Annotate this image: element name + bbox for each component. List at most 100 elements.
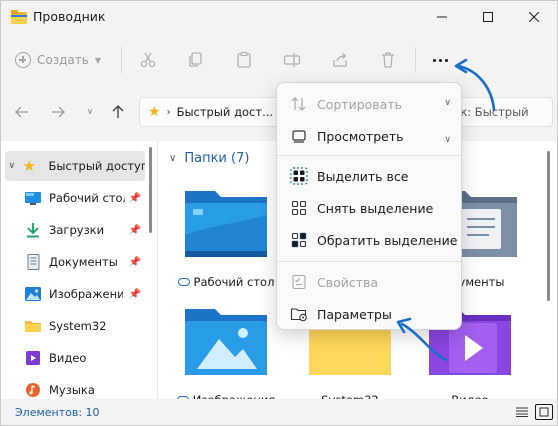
music-icon (26, 383, 40, 397)
sidebar-item-label: System32 (49, 319, 107, 333)
address-bar[interactable]: ★ › Быстрый дост... (139, 97, 279, 127)
video-icon (26, 351, 40, 365)
tiles-view-icon (539, 407, 549, 417)
chevron-down-icon: ▼ (94, 55, 101, 65)
menu-item-select-all[interactable]: Выделить все (281, 161, 459, 191)
menu-item-properties[interactable]: Свойства (281, 267, 459, 297)
cloud-icon (177, 278, 190, 286)
sidebar-item-label: Рабочий стол (49, 191, 125, 205)
view-box-icon (292, 130, 306, 143)
items-count: Элементов: 10 (15, 406, 100, 419)
download-icon (27, 223, 39, 238)
more-dot (438, 58, 442, 62)
sidebar-item-documents[interactable]: Документы 📌 (5, 247, 145, 277)
menu-item-label: Сортировать (317, 96, 402, 112)
menu-item-label: Просмотреть (317, 128, 404, 144)
properties-icon (289, 273, 309, 291)
copy-icon (189, 52, 202, 67)
desktop-icon (25, 192, 41, 205)
invert-selection-icon (289, 231, 309, 249)
window-title: Проводник (33, 9, 106, 24)
share-button[interactable] (325, 47, 355, 73)
select-all-icon (289, 167, 309, 185)
paste-icon (237, 51, 251, 68)
sidebar-item-quick-access[interactable]: ∨ ★ Быстрый доступ (5, 151, 145, 181)
pin-icon: 📌 (128, 288, 141, 300)
folder-tile-desktop[interactable]: Рабочий стол (171, 185, 281, 297)
tiles-view-button[interactable] (535, 404, 553, 420)
delete-button[interactable] (373, 47, 403, 73)
title-bar: Проводник (1, 1, 557, 35)
sidebar-item-pictures[interactable]: Изображения 📌 (5, 279, 145, 309)
menu-item-label: Параметры (317, 306, 392, 322)
chevron-down-icon: ∨ (169, 153, 177, 164)
sidebar-item-label: Музыка (49, 383, 95, 397)
folder-tile-label: Рабочий стол (193, 275, 275, 289)
maximize-icon (483, 12, 493, 22)
invert-selection-grid-icon (291, 232, 307, 248)
sort-arrows-icon (291, 97, 306, 111)
arrow-left-icon (15, 106, 28, 118)
content-scrollbar[interactable] (547, 151, 550, 301)
paste-button[interactable] (229, 47, 259, 73)
sidebar-item-label: Видео (49, 351, 87, 365)
menu-separator (277, 155, 461, 156)
group-title: Папки (7) (184, 151, 250, 166)
select-none-grid-icon (291, 200, 307, 216)
sidebar-item-desktop[interactable]: Рабочий стол 📌 (5, 183, 145, 213)
pictures-icon (25, 287, 41, 301)
chevron-down-icon: ∨ (444, 135, 451, 145)
sort-icon (289, 95, 309, 113)
menu-item-label: Обратить выделение (317, 232, 458, 248)
sidebar-item-downloads[interactable]: Загрузки 📌 (5, 215, 145, 245)
rename-icon (283, 53, 301, 67)
more-options-menu: Сортировать ∨ Просмотреть ∨ Выделить все… (276, 82, 462, 330)
sidebar-item-video[interactable]: Видео (5, 343, 145, 373)
properties-sheet-icon (292, 274, 306, 290)
toolbar-divider (415, 47, 416, 73)
sidebar-scrollbar[interactable] (149, 147, 152, 233)
up-button[interactable] (107, 101, 129, 123)
create-label: Создать (37, 53, 89, 67)
minimize-button[interactable] (419, 1, 465, 33)
rename-button[interactable] (277, 47, 307, 73)
cut-button[interactable] (133, 47, 163, 73)
arrow-right-icon (52, 106, 65, 118)
chevron-down-icon: ∨ (444, 98, 451, 108)
forward-button[interactable] (47, 101, 69, 123)
folder-tile-caption: Рабочий стол (171, 275, 281, 289)
select-none-icon (289, 199, 309, 217)
star-icon: ★ (148, 104, 161, 120)
menu-item-view[interactable]: Просмотреть ∨ (281, 121, 459, 151)
back-button[interactable] (11, 101, 33, 123)
menu-separator (277, 261, 461, 262)
create-button[interactable]: Создать ▼ (9, 47, 107, 73)
delete-icon (382, 52, 394, 68)
pin-icon: 📌 (128, 256, 141, 268)
chevron-down-icon: ∨ (8, 161, 16, 171)
star-icon: ★ (22, 157, 36, 175)
menu-item-invert-selection[interactable]: Обратить выделение (281, 225, 459, 255)
view-icon (289, 127, 309, 145)
cut-icon (140, 52, 156, 68)
menu-item-options[interactable]: Параметры (281, 299, 459, 329)
more-options-button[interactable] (425, 47, 455, 73)
sidebar-item-system32[interactable]: System32 (5, 311, 145, 341)
minimize-icon (437, 16, 447, 18)
more-dots-icon (432, 58, 436, 62)
breadcrumb-separator-icon: › (166, 106, 171, 118)
document-icon (27, 254, 40, 270)
details-view-button[interactable] (513, 404, 531, 420)
menu-item-select-none[interactable]: Снять выделение (281, 193, 459, 223)
toolbar-divider (121, 47, 122, 73)
maximize-button[interactable] (465, 1, 511, 33)
menu-item-sort[interactable]: Сортировать ∨ (281, 89, 459, 119)
menu-item-label: Снять выделение (317, 200, 434, 216)
search-text: ск: Быстрый (454, 105, 529, 119)
folders-group-header[interactable]: ∨ Папки (7) (169, 151, 249, 166)
breadcrumb: Быстрый дост... (176, 105, 274, 119)
close-button[interactable] (511, 1, 557, 33)
copy-button[interactable] (181, 47, 211, 73)
share-icon (333, 53, 347, 67)
recent-locations-button[interactable]: ∨ (79, 101, 101, 123)
